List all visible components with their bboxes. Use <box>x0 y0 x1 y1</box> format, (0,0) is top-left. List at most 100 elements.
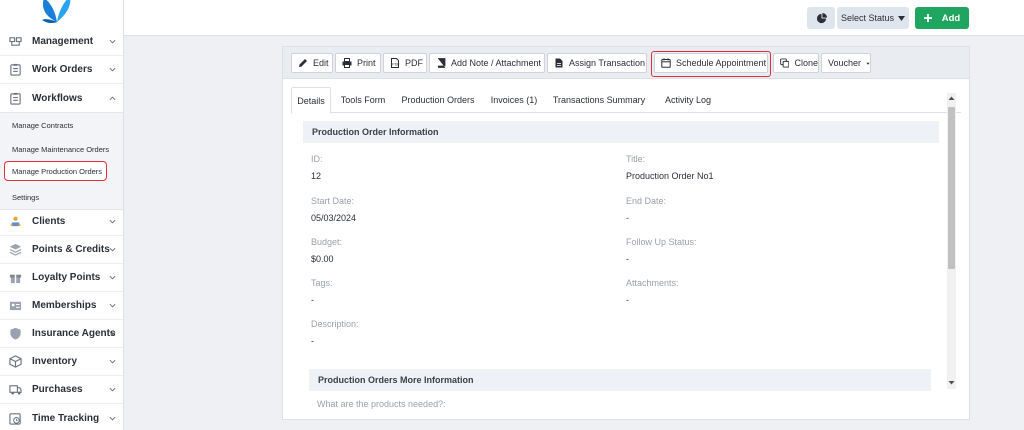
edit-button[interactable]: Edit <box>291 53 333 73</box>
sidebar-item-loyalty-points[interactable]: Loyalty Points <box>0 264 123 292</box>
sidebar-item-clients[interactable]: Clients <box>0 208 123 236</box>
scroll-down-arrow-icon[interactable] <box>948 379 955 386</box>
sidebar-item-work-orders[interactable]: Work Orders <box>0 56 123 84</box>
submenu-item-settings[interactable]: Settings <box>0 185 123 209</box>
sidebar-item-time-tracking[interactable]: Time Tracking <box>0 404 123 430</box>
tab-tools-form[interactable]: Tools Form <box>337 87 389 113</box>
tab-label: Production Orders <box>401 95 475 105</box>
id-value: 12 <box>311 171 322 181</box>
truck-icon <box>9 385 22 395</box>
action-toolbar: Edit Print PDF PDF Add Note / Attachment… <box>283 47 969 79</box>
chart-button[interactable] <box>807 7 835 29</box>
print-button[interactable]: Print <box>335 53 381 73</box>
submenu-label: Manage Contracts <box>12 120 74 130</box>
top-bar: Select Status Add <box>124 0 1024 36</box>
scrollbar-thumb[interactable] <box>948 107 955 269</box>
assign-transaction-label: Assign Transaction <box>569 58 646 68</box>
chevron-down-icon <box>109 359 116 364</box>
production-order-panel: Edit Print PDF PDF Add Note / Attachment… <box>282 46 970 420</box>
budget-label: Budget: <box>311 237 343 247</box>
submenu-item-manage-contracts[interactable]: Manage Contracts <box>0 113 123 137</box>
add-button[interactable]: Add <box>915 7 969 29</box>
add-button-label: Add <box>941 12 961 24</box>
sidebar-item-memberships[interactable]: Memberships <box>0 292 123 320</box>
sidebar-item-purchases[interactable]: Purchases <box>0 376 123 404</box>
budget-value: $0.00 <box>311 254 334 264</box>
butterfly-logo-icon <box>42 0 71 24</box>
section-title: Production Order Information <box>312 127 439 137</box>
clone-icon <box>780 58 790 68</box>
sidebar-item-points-credits[interactable]: Points & Credits <box>0 236 123 264</box>
submenu-item-manage-production-orders[interactable]: Manage Production Orders <box>4 161 107 181</box>
title-value: Production Order No1 <box>626 171 714 181</box>
sidebar-item-inventory[interactable]: Inventory <box>0 348 123 376</box>
edit-label: Edit <box>313 58 329 68</box>
pdf-label: PDF <box>405 58 423 68</box>
sidebar-item-workflows[interactable]: Workflows <box>0 84 123 112</box>
layers-icon <box>9 243 22 256</box>
chevron-down-icon <box>109 331 116 336</box>
tab-activity-log[interactable]: Activity Log <box>655 87 721 113</box>
calendar-icon <box>661 58 671 68</box>
follow-up-status-value: - <box>626 254 629 264</box>
sidebar-item-label: Workflows <box>32 92 83 104</box>
tab-invoices[interactable]: Invoices (1) <box>487 87 541 113</box>
pie-chart-icon <box>816 12 827 23</box>
select-status-dropdown[interactable]: Select Status <box>837 7 909 29</box>
tags-label: Tags: <box>311 278 333 288</box>
scroll-up-arrow-icon[interactable] <box>948 95 955 102</box>
sidebar-item-label: Memberships <box>32 300 97 311</box>
schedule-appointment-label: Schedule Appointment <box>676 58 767 68</box>
follow-up-status-label: Follow Up Status: <box>626 237 697 247</box>
pdf-icon: PDF <box>391 58 400 68</box>
clone-label: Clone <box>794 58 818 68</box>
sidebar-item-label: Clients <box>32 216 66 227</box>
chevron-down-icon <box>109 275 116 280</box>
start-date-value: 05/03/2024 <box>311 213 357 223</box>
caret-down-icon <box>866 62 870 65</box>
title-label: Title: <box>626 154 646 164</box>
clone-button[interactable]: Clone <box>773 53 819 73</box>
timer-icon <box>9 412 21 425</box>
file-icon <box>555 58 563 68</box>
sidebar-item-label: Purchases <box>32 384 83 395</box>
pdf-button[interactable]: PDF PDF <box>383 53 427 73</box>
tab-transactions-summary[interactable]: Transactions Summary <box>549 87 649 113</box>
tab-label: Transactions Summary <box>552 95 646 105</box>
details-scrollbar[interactable] <box>947 93 956 389</box>
sidebar-item-label: Loyalty Points <box>32 272 101 283</box>
schedule-appointment-button[interactable]: Schedule Appointment <box>654 53 768 73</box>
sidebar-item-label: Time Tracking <box>32 412 100 424</box>
clipboard-icon <box>10 63 21 76</box>
voucher-dropdown[interactable]: Voucher <box>821 53 871 73</box>
box-icon <box>9 355 22 368</box>
sidebar-item-label: Inventory <box>32 356 78 367</box>
plus-icon <box>923 14 932 22</box>
pencil-icon <box>299 59 307 67</box>
select-status-label: Select Status <box>840 13 895 23</box>
submenu-label: Settings <box>12 192 40 202</box>
products-needed-label: What are the products needed?: <box>317 399 446 409</box>
management-icon <box>9 37 22 46</box>
description-value: - <box>311 336 314 346</box>
start-date-label: Start Date: <box>311 196 355 206</box>
chevron-down-icon <box>109 247 116 252</box>
printer-icon <box>342 58 352 68</box>
add-note-attachment-button[interactable]: Add Note / Attachment <box>429 53 545 73</box>
shield-icon <box>10 327 21 340</box>
chevron-down-icon <box>109 387 116 392</box>
tab-production-orders[interactable]: Production Orders <box>397 87 479 113</box>
tab-details[interactable]: Details <box>291 87 331 114</box>
submenu-item-manage-maintenance-orders[interactable]: Manage Maintenance Orders <box>0 137 123 161</box>
assign-transaction-button[interactable]: Assign Transaction <box>547 53 647 73</box>
submenu-label: Manage Maintenance Orders <box>12 144 110 154</box>
section-header: Production Orders More Information <box>309 369 931 391</box>
sidebar-item-insurance-agents[interactable]: Insurance Agents <box>0 320 123 348</box>
attachments-value: - <box>626 295 629 305</box>
sidebar-item-label: Insurance Agents <box>32 328 116 339</box>
sidebar-item-label: Points & Credits <box>32 244 110 255</box>
sidebar-item-management[interactable]: Management <box>0 28 123 56</box>
chevron-down-icon <box>109 67 116 72</box>
end-date-value: - <box>626 213 629 223</box>
svg-text:PDF: PDF <box>392 63 400 67</box>
